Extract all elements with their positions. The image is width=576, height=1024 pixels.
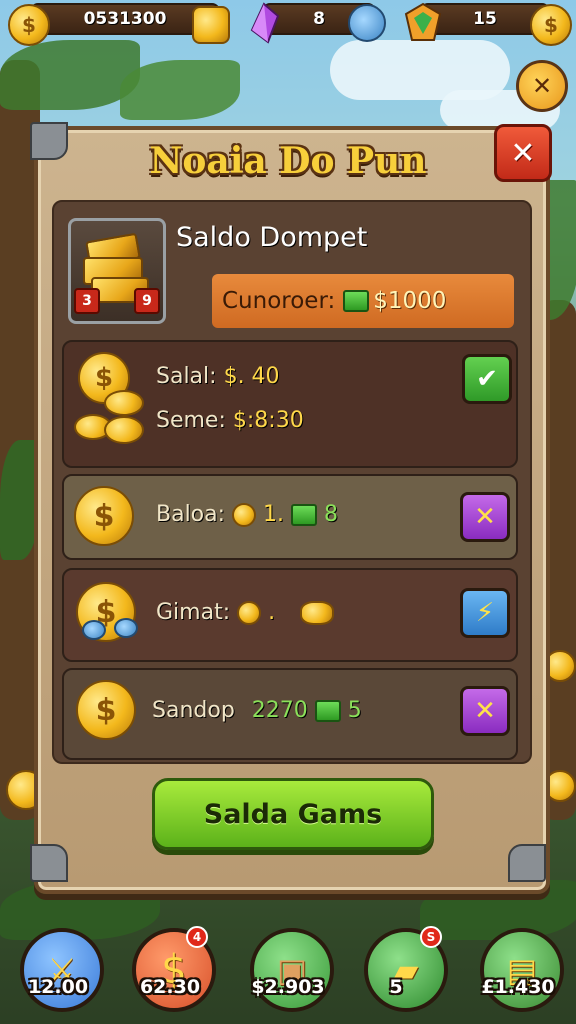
notification-badge: S bbox=[420, 926, 442, 948]
row-4-value-b: 5 bbox=[347, 698, 362, 723]
crystal-counter-value: 8 bbox=[313, 9, 325, 29]
wallet-badge-left: 3 bbox=[74, 288, 100, 314]
remove-button[interactable]: ✕ bbox=[460, 492, 510, 542]
check-icon: ✔ bbox=[476, 364, 498, 394]
row-2-value-a: 1. bbox=[263, 502, 285, 527]
wallet-badge-right: 9 bbox=[134, 288, 160, 314]
coin-icon bbox=[104, 390, 144, 416]
notification-badge: 4 bbox=[186, 926, 208, 948]
row-4-value-a: 2270 bbox=[251, 698, 308, 723]
panel-corner bbox=[508, 844, 546, 882]
leaf bbox=[0, 40, 140, 110]
dialog-title: Noaia Do Pun bbox=[149, 140, 427, 182]
close-icon[interactable]: ✕ bbox=[516, 60, 568, 112]
wallet-balance-value: $1000 bbox=[373, 288, 447, 314]
panel-corner bbox=[30, 844, 68, 882]
remove-button[interactable]: ✕ bbox=[460, 686, 510, 736]
dock-label: £1.430 bbox=[481, 976, 555, 998]
row-1-value-2: $:8:30 bbox=[232, 408, 304, 433]
gem-icon bbox=[82, 620, 106, 640]
coin-counter-value: 0531300 bbox=[83, 9, 167, 29]
lightning-icon: ⚡ bbox=[475, 598, 495, 628]
cash-icon bbox=[343, 290, 370, 312]
trophy-counter-value: 15 bbox=[473, 9, 497, 29]
row-1-line-1: Salal: $. 40 bbox=[156, 364, 280, 389]
row-3-value-a: . bbox=[268, 600, 276, 625]
gold-stack-icon bbox=[232, 503, 257, 527]
cash-icon bbox=[314, 700, 341, 722]
row-3-label: Gimat: bbox=[156, 600, 231, 625]
coin-icon: $ bbox=[530, 4, 572, 46]
dock-button-gold-chest[interactable]: ▤ bbox=[480, 928, 564, 1012]
dock-label: $2.903 bbox=[251, 976, 325, 998]
confirm-button[interactable]: ✔ bbox=[462, 354, 512, 404]
row-3-text: Gimat: . bbox=[156, 600, 335, 625]
dock-button-sword[interactable]: ⚔ bbox=[20, 928, 104, 1012]
row-2-text: Baloa: 1. 8 bbox=[156, 502, 338, 527]
cash-icon bbox=[291, 504, 318, 526]
gold-stack-icon bbox=[192, 6, 230, 44]
row-4-text: Sandop 2270 5 bbox=[152, 698, 362, 723]
row-2-value-b: 8 bbox=[324, 502, 339, 527]
dialog-close-button[interactable]: ✕ bbox=[494, 124, 552, 182]
close-icon: ✕ bbox=[510, 135, 536, 171]
dock-button-treasure[interactable]: ▣ bbox=[250, 928, 334, 1012]
dock-label: 62.30 bbox=[139, 976, 201, 998]
coin-icon: $ bbox=[76, 680, 136, 740]
gem-shield-icon bbox=[404, 2, 442, 41]
wallet-title: Saldo Dompet bbox=[176, 222, 368, 253]
row-1-label-2: Seme: bbox=[156, 408, 226, 433]
coin-icon: $ bbox=[8, 4, 50, 46]
coin-icon bbox=[237, 601, 262, 625]
row-4-label: Sandop bbox=[152, 698, 235, 723]
dock-label: 5 bbox=[389, 976, 403, 998]
row-1-line-2: Seme: $:8:30 bbox=[156, 408, 304, 433]
coin-icon: $ bbox=[74, 486, 134, 546]
dock-label: 12.00 bbox=[27, 976, 89, 998]
row-2-label: Baloa: bbox=[156, 502, 226, 527]
settings-gear-icon[interactable] bbox=[348, 4, 386, 42]
coin-stack-icon bbox=[300, 601, 335, 625]
close-icon: ✕ bbox=[474, 502, 496, 532]
crystal-icon bbox=[250, 2, 280, 44]
wallet-balance-label: Cunoroer: bbox=[222, 288, 336, 314]
row-1-value-1: $. 40 bbox=[223, 364, 280, 389]
wallet-balance-bar: Cunoroer: $1000 bbox=[212, 274, 514, 328]
leaf bbox=[120, 60, 240, 120]
close-icon: ✕ bbox=[474, 696, 496, 726]
primary-action-button[interactable]: Salda Gams bbox=[152, 778, 434, 850]
gem-icon bbox=[114, 618, 138, 638]
boost-button[interactable]: ⚡ bbox=[460, 588, 510, 638]
row-1-label-1: Salal: bbox=[156, 364, 217, 389]
coin-icon bbox=[104, 416, 144, 444]
